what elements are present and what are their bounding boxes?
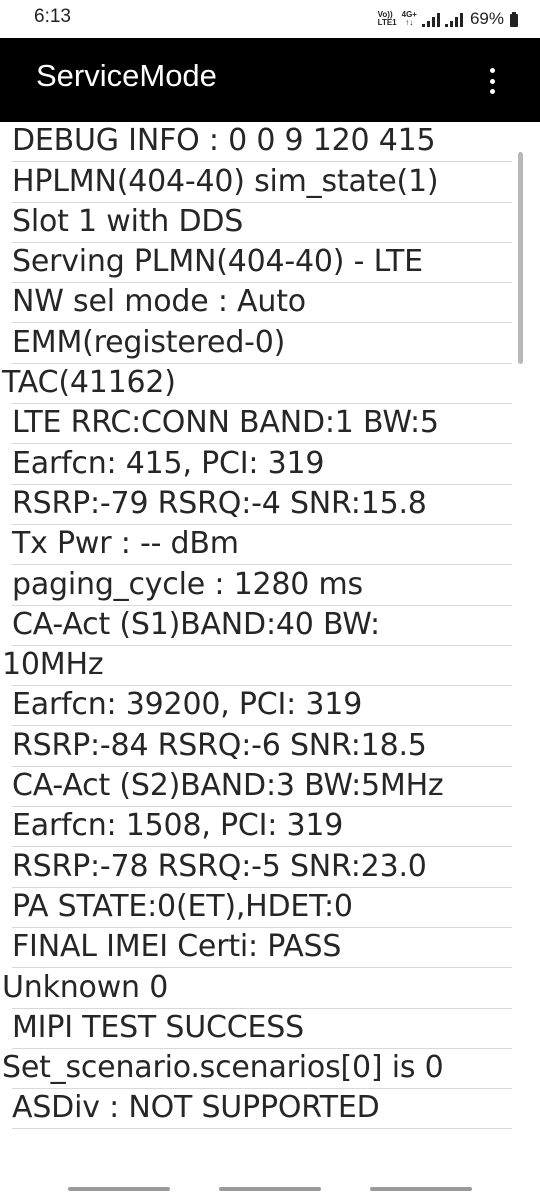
info-line-text: Serving PLMN(404-40) - LTE <box>12 244 423 280</box>
network-type-icon: 4G+ ↑↓ <box>402 11 417 27</box>
info-row: CA-Act (S1)BAND:40 BW: <box>0 606 540 646</box>
info-line-text: Unknown 0 <box>2 969 169 1005</box>
navigation-bar <box>0 1162 540 1200</box>
app-bar: ServiceMode <box>0 38 540 122</box>
info-line-text: Earfcn: 1508, PCI: 319 <box>12 808 344 844</box>
info-row: Unknown 0 <box>0 968 540 1009</box>
nav-recents-button[interactable] <box>68 1187 170 1191</box>
info-row: LTE RRC:CONN BAND:1 BW:5 <box>0 404 540 445</box>
signal-sim2-icon <box>444 11 463 27</box>
info-row: RSRP:-84 RSRQ:-6 SNR:18.5 <box>0 726 540 767</box>
info-line-text: Slot 1 with DDS <box>12 203 244 239</box>
battery-percentage: 69% <box>469 9 504 28</box>
volte-bottom-label: LTE1 <box>377 18 397 27</box>
info-row: DEBUG INFO : 0 0 9 120 415 <box>0 122 540 163</box>
info-line-text: NW sel mode : Auto <box>12 284 306 320</box>
battery-icon <box>510 11 518 27</box>
info-line-text: CA-Act (S1)BAND:40 BW: <box>12 606 380 642</box>
info-line-text: RSRP:-79 RSRQ:-4 SNR:15.8 <box>12 485 427 521</box>
info-line-text: EMM(registered-0) <box>12 324 286 360</box>
info-row: Earfcn: 1508, PCI: 319 <box>0 807 540 848</box>
status-time: 6:13 <box>34 6 71 27</box>
info-line-text: HPLMN(404-40) sim_state(1) <box>12 163 439 199</box>
info-line-text: RSRP:-84 RSRQ:-6 SNR:18.5 <box>12 727 427 763</box>
status-icons: Vo)) LTE1 4G+ ↑↓ 69% <box>378 4 518 34</box>
info-row <box>0 1129 540 1162</box>
info-line-text: Tx Pwr : -- dBm <box>12 526 239 562</box>
info-row: Tx Pwr : -- dBm <box>0 525 540 566</box>
info-row: RSRP:-79 RSRQ:-4 SNR:15.8 <box>0 485 540 525</box>
info-row: MIPI TEST SUCCESS <box>0 1009 540 1049</box>
info-row: Set_scenario.scenarios[0] is 0 <box>0 1049 540 1090</box>
debug-info-list: DEBUG INFO : 0 0 9 120 415 HPLMN(404-40) … <box>0 122 540 1162</box>
app-title: ServiceMode <box>36 58 217 93</box>
info-line-text: LTE RRC:CONN BAND:1 BW:5 <box>12 405 439 441</box>
info-row: PA STATE:0(ET),HDET:0 <box>0 888 540 928</box>
info-line-text: paging_cycle : 1280 ms <box>12 566 363 602</box>
info-line-text: Earfcn: 39200, PCI: 319 <box>12 687 363 723</box>
info-row: NW sel mode : Auto <box>0 283 540 324</box>
info-row: FINAL IMEI Certi: PASS <box>0 928 540 969</box>
info-row: TAC(41162) <box>0 364 540 405</box>
info-line-text: ASDiv : NOT SUPPORTED <box>12 1090 380 1126</box>
nav-back-button[interactable] <box>370 1187 472 1191</box>
info-row: Slot 1 with DDS <box>0 203 540 243</box>
info-line-text: DEBUG INFO : 0 0 9 120 415 <box>12 123 436 159</box>
info-row: CA-Act (S2)BAND:3 BW:5MHz <box>0 767 540 808</box>
info-row: ASDiv : NOT SUPPORTED <box>0 1089 540 1130</box>
info-row: 10MHz <box>0 646 540 687</box>
network-activity-label: ↑↓ <box>405 18 414 27</box>
info-line-text: Earfcn: 415, PCI: 319 <box>12 445 325 481</box>
info-line-text: FINAL IMEI Certi: PASS <box>12 929 342 965</box>
info-row: Earfcn: 39200, PCI: 319 <box>0 686 540 727</box>
info-line-text: PA STATE:0(ET),HDET:0 <box>12 888 353 924</box>
info-line-text: MIPI TEST SUCCESS <box>12 1009 304 1045</box>
scrollbar-thumb[interactable] <box>518 152 523 364</box>
info-line-text: 10MHz <box>2 647 104 683</box>
info-line-text: TAC(41162) <box>2 365 176 401</box>
overflow-menu-icon[interactable] <box>480 66 504 96</box>
info-row: RSRP:-78 RSRQ:-5 SNR:23.0 <box>0 847 540 888</box>
nav-home-button[interactable] <box>219 1187 321 1191</box>
status-bar: 6:13 Vo)) LTE1 4G+ ↑↓ 69% <box>0 0 540 38</box>
service-mode-content[interactable]: DEBUG INFO : 0 0 9 120 415 HPLMN(404-40) … <box>0 122 540 1162</box>
info-line-text: Set_scenario.scenarios[0] is 0 <box>2 1050 444 1086</box>
info-row: Serving PLMN(404-40) - LTE <box>0 243 540 284</box>
info-row: paging_cycle : 1280 ms <box>0 565 540 606</box>
info-line-text: CA-Act (S2)BAND:3 BW:5MHz <box>12 768 444 804</box>
volte-icon: Vo)) LTE1 <box>378 11 397 27</box>
info-line-text: RSRP:-78 RSRQ:-5 SNR:23.0 <box>12 848 427 884</box>
signal-sim1-icon <box>421 11 440 27</box>
info-row: Earfcn: 415, PCI: 319 <box>0 444 540 485</box>
info-row: EMM(registered-0) <box>0 323 540 364</box>
info-row: HPLMN(404-40) sim_state(1) <box>0 162 540 203</box>
